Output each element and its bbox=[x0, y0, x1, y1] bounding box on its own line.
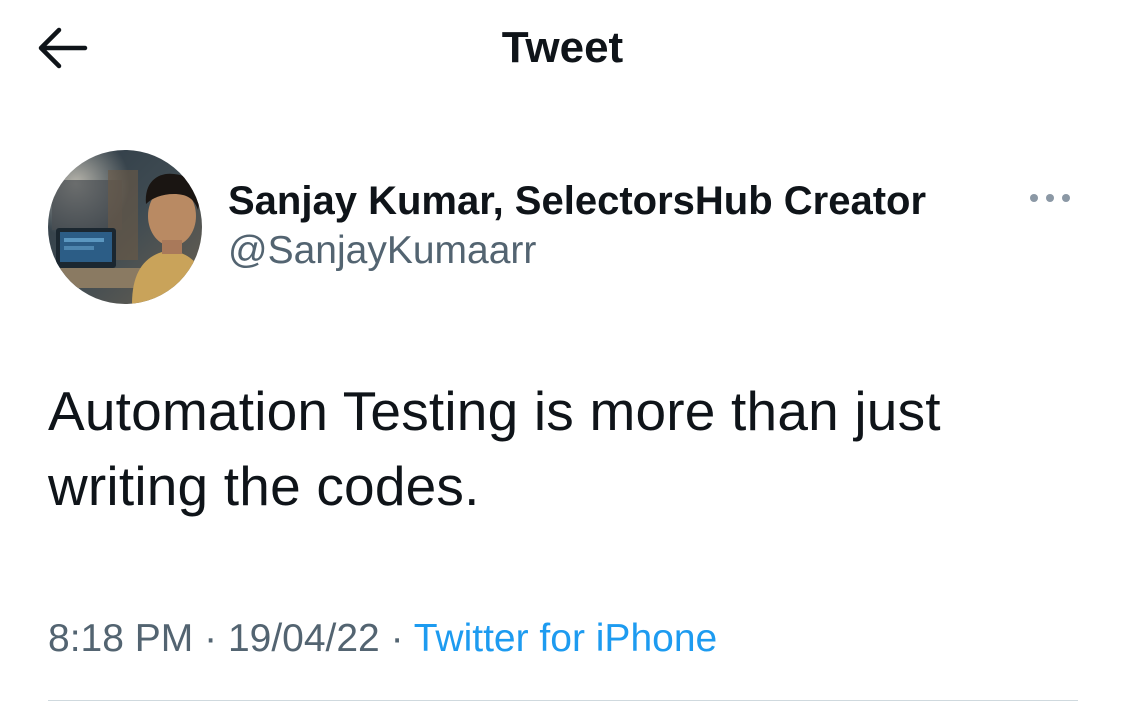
tweet-time[interactable]: 8:18 PM bbox=[48, 617, 193, 660]
top-bar: Tweet bbox=[0, 0, 1125, 96]
tweet-detail: Sanjay Kumar, SelectorsHub Creator @Sanj… bbox=[48, 150, 1078, 660]
tweet-source-link[interactable]: Twitter for iPhone bbox=[414, 617, 717, 660]
more-options-button[interactable] bbox=[1024, 184, 1076, 212]
divider bbox=[48, 700, 1078, 701]
meta-separator: · bbox=[204, 617, 218, 660]
author-info: Sanjay Kumar, SelectorsHub Creator @Sanj… bbox=[228, 176, 926, 276]
tweet-text: Automation Testing is more than just wri… bbox=[48, 380, 941, 517]
more-horizontal-icon bbox=[1030, 194, 1070, 202]
avatar-photo bbox=[48, 150, 202, 304]
page-title: Tweet bbox=[501, 23, 624, 72]
tweet-metadata: 8:18 PM · 19/04/22 · Twitter for iPhone bbox=[48, 614, 717, 664]
user-handle[interactable]: @SanjayKumaarr bbox=[228, 226, 926, 276]
tweet-author: Sanjay Kumar, SelectorsHub Creator @Sanj… bbox=[48, 150, 1078, 304]
meta-separator: · bbox=[390, 617, 404, 660]
tweet-date[interactable]: 19/04/22 bbox=[228, 617, 380, 660]
avatar[interactable] bbox=[48, 150, 202, 304]
display-name[interactable]: Sanjay Kumar, SelectorsHub Creator bbox=[228, 176, 926, 226]
